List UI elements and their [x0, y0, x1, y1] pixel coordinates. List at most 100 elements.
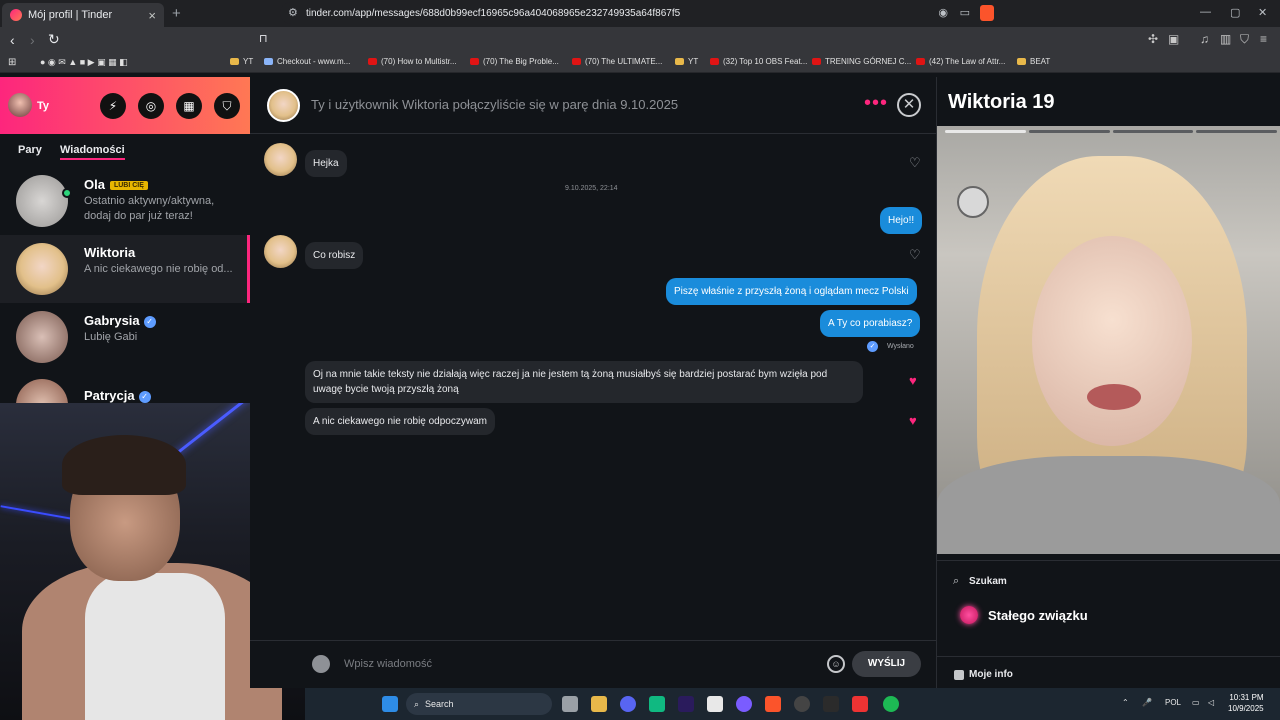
back-icon[interactable]: ‹: [10, 32, 15, 48]
gif-icon[interactable]: [312, 655, 330, 673]
close-chat-icon[interactable]: ✕: [897, 93, 921, 117]
app-icon[interactable]: [736, 696, 752, 712]
photo-indicator[interactable]: [1028, 130, 1110, 133]
profile-photo[interactable]: [937, 126, 1280, 554]
photo-indicator[interactable]: [945, 130, 1026, 133]
windows-start-icon[interactable]: [382, 696, 398, 712]
apps-icon[interactable]: ⊞: [8, 57, 16, 68]
tray-expand-icon[interactable]: ⌃: [1122, 698, 1129, 707]
liked-message-icon[interactable]: ♥: [909, 413, 917, 428]
file-explorer-icon[interactable]: [591, 696, 607, 712]
premiere-icon[interactable]: [678, 696, 694, 712]
volume-icon[interactable]: ◁: [1208, 698, 1214, 707]
bookmark-6[interactable]: (32) Top 10 OBS Feat...: [710, 57, 807, 66]
taskbar-search[interactable]: ⌕ Search: [406, 693, 552, 715]
my-avatar[interactable]: [8, 93, 32, 117]
sender-avatar: [264, 235, 297, 268]
boost-icon[interactable]: ⚡: [100, 93, 126, 119]
liked-message-icon[interactable]: ♥: [909, 373, 917, 388]
app-icon[interactable]: [852, 696, 868, 712]
forward-icon[interactable]: ›: [30, 32, 35, 48]
capcut-icon[interactable]: [707, 696, 723, 712]
maximize-window-icon[interactable]: ▢: [1230, 6, 1240, 19]
message-incoming: Hejka: [305, 150, 347, 177]
cast-icon[interactable]: ▭: [960, 6, 970, 19]
emoji-icon[interactable]: ☺: [827, 655, 845, 673]
photo-indicator[interactable]: [1196, 130, 1277, 133]
briefcase-icon[interactable]: ▦: [176, 93, 202, 119]
extensions-icon[interactable]: ✣: [1148, 32, 1158, 46]
explore-icon[interactable]: ◎: [138, 93, 164, 119]
like-message-icon[interactable]: ♡: [909, 155, 921, 171]
bookmark-2[interactable]: (70) How to Multistr...: [368, 57, 457, 66]
conversation-wiktoria[interactable]: Wiktoria A nic ciekawego nie robię od...: [0, 235, 250, 303]
vpn-icon[interactable]: ⛉: [1240, 32, 1249, 47]
bookmark-4[interactable]: (70) The ULTIMATE...: [572, 57, 662, 66]
verified-icon: ✓: [143, 316, 156, 328]
bookmark-3[interactable]: (70) The Big Proble...: [470, 57, 559, 66]
photo-indicator[interactable]: [1112, 130, 1194, 133]
my-info-label: Moje info: [969, 669, 1013, 680]
new-tab-icon[interactable]: +: [172, 5, 181, 22]
shield-icon[interactable]: ⛉: [214, 93, 240, 119]
search-icon: ⌕: [953, 575, 960, 587]
language-indicator[interactable]: POL: [1165, 698, 1181, 707]
wallet-icon[interactable]: ▣: [1168, 32, 1179, 46]
brave-icon[interactable]: [765, 696, 781, 712]
avatar: [16, 243, 68, 295]
looking-for-value: Stałego związku: [988, 608, 1088, 623]
bookmark-7[interactable]: TRENING GÓRNEJ C...: [812, 57, 911, 66]
reload-icon[interactable]: ↻: [48, 31, 60, 48]
bookmark-5[interactable]: YT: [675, 57, 698, 66]
message-input[interactable]: [344, 652, 814, 676]
taskbar-clock[interactable]: 10:31 PM 10/9/2025: [1228, 692, 1264, 714]
tinder-favicon-icon: [10, 9, 22, 21]
avatar: [16, 311, 68, 363]
message-outgoing: Piszę właśnie z przyszłą żoną i oglądam …: [666, 278, 917, 305]
photo-body: [937, 456, 1280, 554]
task-view-icon[interactable]: [562, 696, 578, 712]
bookmark-8[interactable]: (42) The Law of Attr...: [916, 57, 1005, 66]
conversation-gabrysia[interactable]: Gabrysia ✓ Lubię Gabi: [0, 303, 250, 371]
my-profile-label[interactable]: Ty: [37, 100, 49, 112]
bookmark-1[interactable]: Checkout - www.m...: [264, 57, 350, 66]
music-icon[interactable]: ♫: [1200, 32, 1209, 46]
message-outgoing: Hejo!!: [880, 207, 923, 234]
divider: [937, 560, 1280, 561]
send-button[interactable]: WYŚLIJ: [852, 651, 921, 677]
heart-arrow-icon: [960, 606, 978, 624]
conversation-patrycja[interactable]: Patrycja ✓: [0, 371, 250, 403]
photo-lips: [1087, 384, 1141, 410]
more-options-icon[interactable]: •••: [864, 93, 888, 113]
network-icon[interactable]: ▭: [1192, 698, 1200, 707]
site-info-icon[interactable]: ⚙: [288, 6, 298, 19]
app-icon[interactable]: [649, 696, 665, 712]
bookmark-favicons[interactable]: ● ◉ ✉ ▲ ■ ▶ ▣ ▦ ◧: [40, 57, 128, 68]
bookmark-9[interactable]: BEAT: [1017, 57, 1050, 66]
bookmarks-bar: ⊞ ● ◉ ✉ ▲ ■ ▶ ▣ ▦ ◧ YT Checkout - www.m.…: [0, 53, 1280, 73]
sidebar-toggle-icon[interactable]: ▥: [1220, 32, 1231, 46]
microphone-icon[interactable]: 🎤: [1142, 698, 1152, 707]
wall-clock: [957, 186, 989, 218]
browser-tab[interactable]: Mój profil | Tinder ×: [2, 3, 164, 27]
person-hair: [62, 435, 186, 495]
bookmark-icon[interactable]: ⊓: [259, 32, 268, 45]
like-message-icon[interactable]: ♡: [909, 247, 921, 263]
brave-shield-icon[interactable]: [980, 5, 994, 21]
tab-messages[interactable]: Wiadomości: [60, 144, 125, 160]
discord-icon[interactable]: [620, 696, 636, 712]
spotify-icon[interactable]: [883, 696, 899, 712]
menu-icon[interactable]: ≡: [1260, 32, 1267, 46]
obs-icon[interactable]: [794, 696, 810, 712]
bookmark-0[interactable]: YT: [230, 57, 253, 66]
close-window-icon[interactable]: ✕: [1258, 6, 1267, 19]
close-tab-icon[interactable]: ×: [148, 8, 156, 23]
minimize-window-icon[interactable]: —: [1200, 6, 1211, 18]
url-bar[interactable]: ⚙ tinder.com/app/messages/688d0b99ecf169…: [280, 2, 1000, 24]
match-avatar[interactable]: [267, 89, 300, 122]
location-icon[interactable]: ◉: [938, 6, 948, 19]
tab-matches[interactable]: Pary: [18, 144, 42, 156]
terminal-icon[interactable]: [823, 696, 839, 712]
conversation-ola[interactable]: Ola LUBI CIĘ Ostatnio aktywny/aktywna, do…: [0, 167, 250, 235]
likes-you-badge: LUBI CIĘ: [109, 181, 148, 190]
